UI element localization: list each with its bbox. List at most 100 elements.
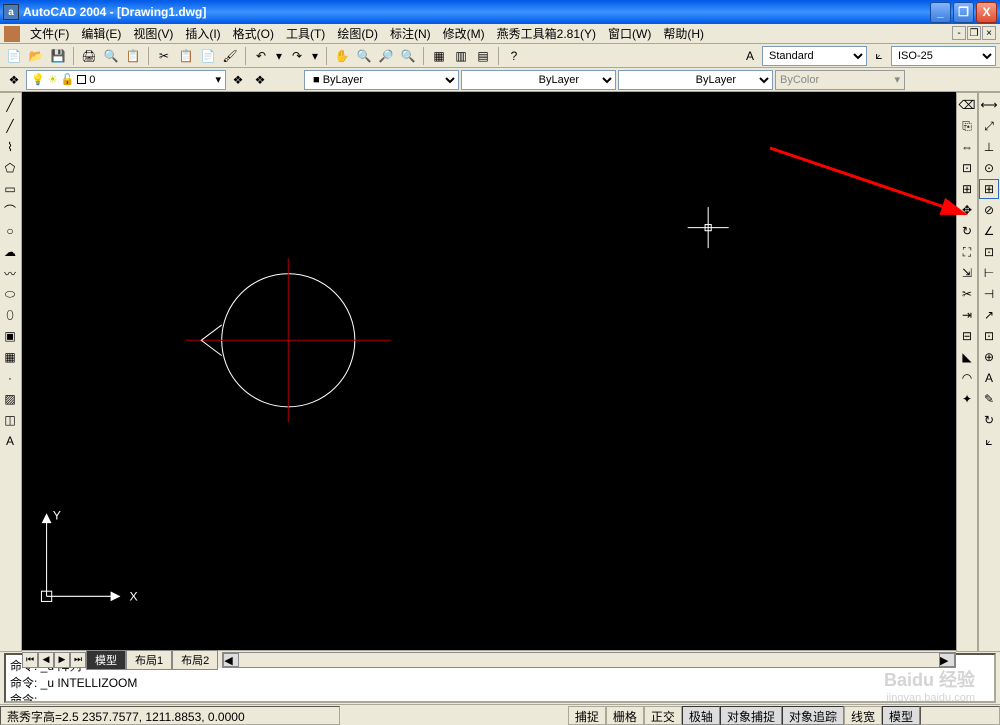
tab-first-button[interactable]: ⏮	[22, 652, 38, 668]
matchprop-button[interactable]: 🖌	[220, 46, 240, 66]
ellipse-arc-tool[interactable]: ⬯	[0, 305, 20, 325]
tab-model[interactable]: 模型	[86, 650, 126, 670]
menu-dimension[interactable]: 标注(N)	[384, 23, 437, 44]
print-button[interactable]: 🖨	[79, 46, 99, 66]
rotate-tool[interactable]: ↻	[957, 221, 977, 241]
ellipse-tool[interactable]: ⬭	[0, 284, 20, 304]
drawing-area[interactable]: X Y ⏮ ◀ ▶ ⏭ 模型 布局1 布局2 ◀ ▶	[22, 92, 956, 652]
menu-view[interactable]: 视图(V)	[127, 23, 179, 44]
paste-button[interactable]: 📄	[198, 46, 218, 66]
dimupdate-tool[interactable]: ↻	[979, 410, 999, 430]
minimize-button[interactable]: _	[930, 2, 951, 23]
layer-manager-button[interactable]: ❖	[4, 70, 24, 90]
break-tool[interactable]: ⊟	[957, 326, 977, 346]
preview-button[interactable]: 🔍	[101, 46, 121, 66]
textstyle-combo[interactable]: Standard	[762, 46, 867, 66]
pline-tool[interactable]: ⌇	[0, 137, 20, 157]
lineweight-combo[interactable]: ByLayer	[618, 70, 773, 90]
mirror-tool[interactable]: ⇔	[957, 137, 977, 157]
copy-tool[interactable]: ⎘	[957, 116, 977, 136]
tab-prev-button[interactable]: ◀	[38, 652, 54, 668]
status-otrack[interactable]: 对象追踪	[782, 706, 844, 725]
designcenter-button[interactable]: ▥	[451, 46, 471, 66]
array-tool[interactable]: ⊞	[957, 179, 977, 199]
menu-yanxiu[interactable]: 燕秀工具箱2.81(Y)	[491, 23, 602, 44]
publish-button[interactable]: 📋	[123, 46, 143, 66]
scale-tool[interactable]: ⛶	[957, 242, 977, 262]
linear-dim-tool[interactable]: ⟷	[979, 95, 999, 115]
arc-tool[interactable]: ⌒	[0, 200, 20, 220]
doc-restore-button[interactable]: ❐	[967, 26, 981, 40]
save-button[interactable]: 💾	[48, 46, 68, 66]
dimstyle-tool[interactable]: ⟀	[979, 431, 999, 451]
aligned-dim-tool[interactable]: ⤢	[979, 116, 999, 136]
continue-dim-tool[interactable]: ⊣	[979, 284, 999, 304]
scroll-right-button[interactable]: ▶	[939, 653, 955, 667]
status-snap[interactable]: 捕捉	[568, 706, 606, 725]
undo-dropdown[interactable]: ▾	[273, 46, 285, 66]
baseline-dim-tool[interactable]: ⊢	[979, 263, 999, 283]
insert-block-tool[interactable]: ▣	[0, 326, 20, 346]
fillet-tool[interactable]: ◠	[957, 368, 977, 388]
diameter-dim-tool[interactable]: ⊘	[979, 200, 999, 220]
stretch-tool[interactable]: ⇲	[957, 263, 977, 283]
properties-button[interactable]: ▦	[429, 46, 449, 66]
offset-tool[interactable]: ⊡	[957, 158, 977, 178]
array-hilite-tool[interactable]: ⊞	[979, 179, 999, 199]
tolerance-tool[interactable]: ⊡	[979, 326, 999, 346]
ordinate-dim-tool[interactable]: ⊥	[979, 137, 999, 157]
menu-window[interactable]: 窗口(W)	[602, 23, 657, 44]
help-button[interactable]: ?	[504, 46, 524, 66]
hatch-tool[interactable]: ▨	[0, 389, 20, 409]
zoom-rt-button[interactable]: 🔍	[354, 46, 374, 66]
menu-format[interactable]: 格式(O)	[227, 23, 280, 44]
maximize-button[interactable]: ❐	[953, 2, 974, 23]
status-polar[interactable]: 极轴	[682, 706, 720, 725]
trim-tool[interactable]: ✂	[957, 284, 977, 304]
region-tool[interactable]: ◫	[0, 410, 20, 430]
layer-combo[interactable]: 💡 ☀ 🔓 0 ▾	[26, 70, 226, 90]
menu-edit[interactable]: 编辑(E)	[75, 23, 127, 44]
menu-modify[interactable]: 修改(M)	[437, 23, 491, 44]
angular-dim-tool[interactable]: ∠	[979, 221, 999, 241]
tab-next-button[interactable]: ▶	[54, 652, 70, 668]
dimstyle-combo[interactable]: ISO-25	[891, 46, 996, 66]
zoom-prev-button[interactable]: 🔍	[398, 46, 418, 66]
make-block-tool[interactable]: ▦	[0, 347, 20, 367]
extend-tool[interactable]: ⇥	[957, 305, 977, 325]
menu-tools[interactable]: 工具(T)	[280, 23, 331, 44]
doc-minimize-button[interactable]: -	[952, 26, 966, 40]
rectangle-tool[interactable]: ▭	[0, 179, 20, 199]
doc-close-button[interactable]: ×	[982, 26, 996, 40]
menu-file[interactable]: 文件(F)	[24, 23, 75, 44]
status-osnap[interactable]: 对象捕捉	[720, 706, 782, 725]
move-tool[interactable]: ✥	[957, 200, 977, 220]
line-tool[interactable]: ╱	[0, 95, 20, 115]
spline-tool[interactable]: 〰	[0, 263, 20, 283]
redo-button[interactable]: ↷	[287, 46, 307, 66]
toolpalette-button[interactable]: ▤	[473, 46, 493, 66]
open-button[interactable]: 📂	[26, 46, 46, 66]
explode-tool[interactable]: ✦	[957, 389, 977, 409]
layer-states-button[interactable]: ❖	[250, 70, 270, 90]
qdim-tool[interactable]: ⊡	[979, 242, 999, 262]
leader-tool[interactable]: ↗	[979, 305, 999, 325]
tab-last-button[interactable]: ⏭	[70, 652, 86, 668]
tab-layout1[interactable]: 布局1	[126, 650, 172, 670]
dimedit-tool[interactable]: A	[979, 368, 999, 388]
revcloud-tool[interactable]: ☁	[0, 242, 20, 262]
close-button[interactable]: X	[976, 2, 997, 23]
dimtedit-tool[interactable]: ✎	[979, 389, 999, 409]
status-grid[interactable]: 栅格	[606, 706, 644, 725]
status-lwt[interactable]: 线宽	[844, 706, 882, 725]
copy-button[interactable]: 📋	[176, 46, 196, 66]
center-mark-tool[interactable]: ⊕	[979, 347, 999, 367]
radius-dim-tool[interactable]: ⊙	[979, 158, 999, 178]
tab-layout2[interactable]: 布局2	[172, 650, 218, 670]
linetype-combo[interactable]: ByLayer	[461, 70, 616, 90]
menu-draw[interactable]: 绘图(D)	[331, 23, 384, 44]
new-button[interactable]: 📄	[4, 46, 24, 66]
undo-button[interactable]: ↶	[251, 46, 271, 66]
polygon-tool[interactable]: ⬠	[0, 158, 20, 178]
menu-insert[interactable]: 插入(I)	[179, 23, 226, 44]
